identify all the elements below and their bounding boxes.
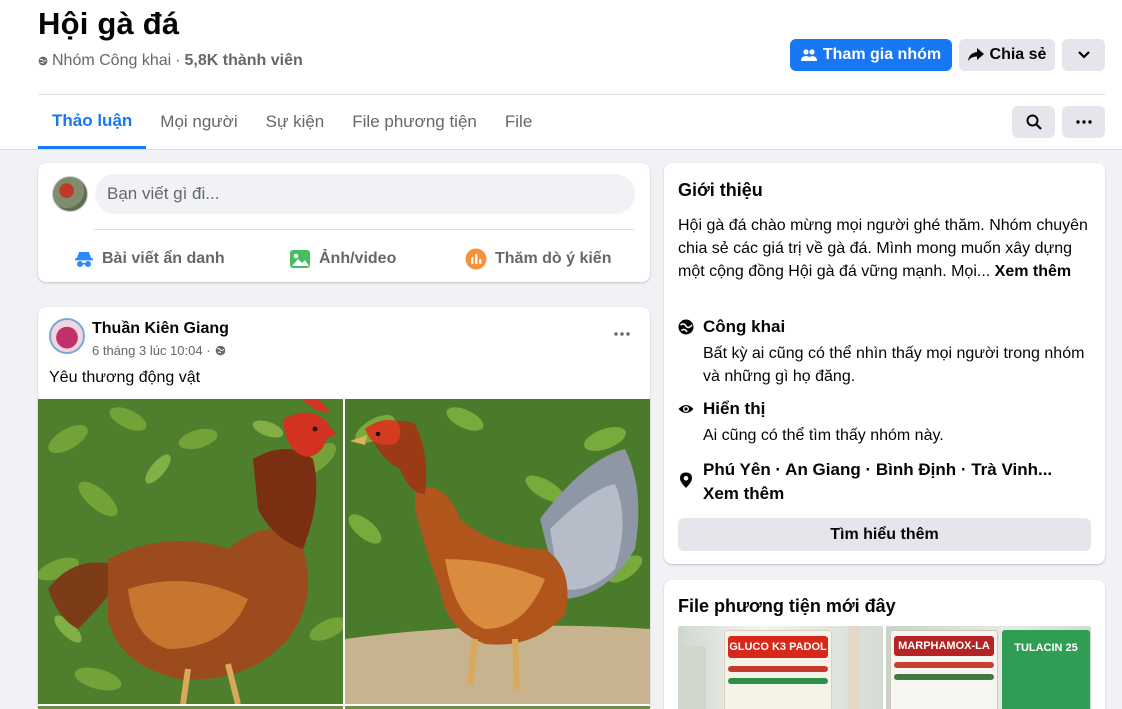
side-bottle (848, 626, 860, 709)
group-header: Hội gà đá Nhóm Công khai · 5,8K thành vi… (0, 0, 1122, 150)
learn-more-button[interactable]: Tìm hiểu thêm (678, 518, 1091, 551)
chevron-down-icon (1077, 51, 1090, 59)
tab-events[interactable]: Sự kiện (252, 96, 339, 148)
rooster-photo-image (38, 399, 343, 704)
search-button[interactable] (1012, 106, 1055, 138)
photo-icon (290, 250, 310, 268)
tab-media[interactable]: File phương tiện (338, 96, 491, 148)
poll-icon (465, 248, 487, 270)
privacy-label: Nhóm Công khai (52, 52, 172, 69)
rooster-photo-image (345, 399, 650, 704)
recent-media-card: File phương tiện mới đây GLUCO K3 PADOL … (664, 580, 1105, 709)
post-timestamp: 6 tháng 3 lúc 10:04 · (92, 343, 226, 358)
group-meta: Nhóm Công khai · 5,8K thành viên (38, 52, 303, 70)
product-label-2: MARPHAMOX-LA (894, 636, 994, 656)
ellipsis-icon (1075, 120, 1092, 124)
ellipsis-icon (614, 332, 630, 336)
anonymous-icon (75, 252, 93, 267)
globe-icon (678, 319, 694, 335)
header-divider (38, 94, 1105, 95)
recent-media-heading: File phương tiện mới đây (678, 596, 896, 616)
about-see-more-link[interactable]: Xem thêm (995, 263, 1071, 280)
location-list: Phú Yên · An Giang · Bình Định · Trà Vin… (703, 460, 1053, 479)
privacy-title: Công khai (703, 317, 786, 336)
post-photo-rooster-1[interactable] (38, 399, 343, 704)
side-bottle (678, 646, 706, 709)
composer-input[interactable]: Bạn viết gì đi... (95, 174, 635, 214)
visibility-description: Ai cũng có thể tìm thấy nhóm này. (703, 427, 944, 444)
meta-separator: · (175, 52, 181, 69)
location-info: Phú Yên · An Giang · Bình Định · Trà Vin… (678, 460, 1098, 510)
visibility-info: Hiển thị Ai cũng có thể tìm thấy nhóm nà… (678, 399, 1098, 449)
share-button[interactable]: Chia sẻ (959, 39, 1055, 71)
post-options-button[interactable] (610, 324, 634, 344)
label-line (728, 666, 828, 672)
anonymous-post-button[interactable]: Bài viết ẩn danh (74, 241, 225, 277)
label-line (894, 662, 994, 668)
more-options-button[interactable] (1062, 39, 1105, 71)
product-label-1: GLUCO K3 PADOL (728, 636, 828, 658)
privacy-info: Công khai Bất kỳ ai cũng có thể nhìn thấ… (678, 317, 1098, 387)
anonymous-post-label: Bài viết ẩn danh (102, 250, 225, 267)
tab-people[interactable]: Mọi người (146, 96, 251, 148)
post-author[interactable]: Thuần Kiên Giang (92, 320, 229, 338)
search-icon (1026, 114, 1042, 130)
group-tabs: Thảo luận Mọi người Sự kiện File phương … (38, 96, 546, 150)
post-time-text[interactable]: 6 tháng 3 lúc 10:04 · (92, 343, 211, 358)
group-about-card: Giới thiệu Hội gà đá chào mừng mọi người… (664, 163, 1105, 564)
location-pin-icon (680, 472, 692, 488)
eye-icon (678, 405, 694, 413)
globe-icon (38, 56, 48, 66)
author-avatar[interactable] (49, 318, 85, 354)
member-count[interactable]: 5,8K thành viên (185, 52, 303, 70)
photo-video-label: Ảnh/video (319, 250, 397, 267)
tab-files[interactable]: File (491, 96, 546, 148)
tab-discussion[interactable]: Thảo luận (38, 96, 147, 149)
join-group-button[interactable]: Tham gia nhóm (790, 39, 952, 71)
post-photo-rooster-2[interactable] (345, 399, 650, 704)
post-text: Yêu thương động vật (49, 369, 201, 386)
poll-button[interactable]: Thăm dò ý kiến (465, 241, 611, 277)
photo-video-button[interactable]: Ảnh/video (289, 241, 396, 277)
label-line (894, 674, 994, 680)
location-see-more-link[interactable]: Xem thêm (703, 484, 784, 504)
label-line (728, 678, 828, 684)
privacy-description: Bất kỳ ai cũng có thể nhìn thấy mọi ngườ… (703, 345, 1085, 385)
people-icon (800, 49, 817, 61)
about-heading: Giới thiệu (678, 180, 763, 200)
share-label: Chia sẻ (989, 46, 1047, 63)
feed-post: Thuần Kiên Giang 6 tháng 3 lúc 10:04 · Y… (38, 307, 650, 709)
user-avatar[interactable] (52, 176, 88, 212)
media-thumbnail-2[interactable]: MARPHAMOX-LA TULACIN 25 (886, 626, 1091, 709)
globe-icon (215, 345, 225, 356)
poll-label: Thăm dò ý kiến (495, 250, 612, 267)
group-title: Hội gà đá (38, 6, 180, 41)
join-group-label: Tham gia nhóm (822, 46, 942, 63)
visibility-title: Hiển thị (703, 399, 766, 418)
about-description: Hội gà đá chào mừng mọi người ghé thăm. … (678, 214, 1090, 283)
tab-more-button[interactable] (1062, 106, 1105, 138)
share-arrow-icon (967, 48, 984, 61)
media-thumbnail-1[interactable]: GLUCO K3 PADOL (678, 626, 883, 709)
post-composer: Bạn viết gì đi... Bài viết ẩn danh Ảnh/v… (38, 163, 650, 282)
composer-divider (94, 229, 634, 230)
product-label-3: TULACIN 25 (1002, 630, 1090, 709)
